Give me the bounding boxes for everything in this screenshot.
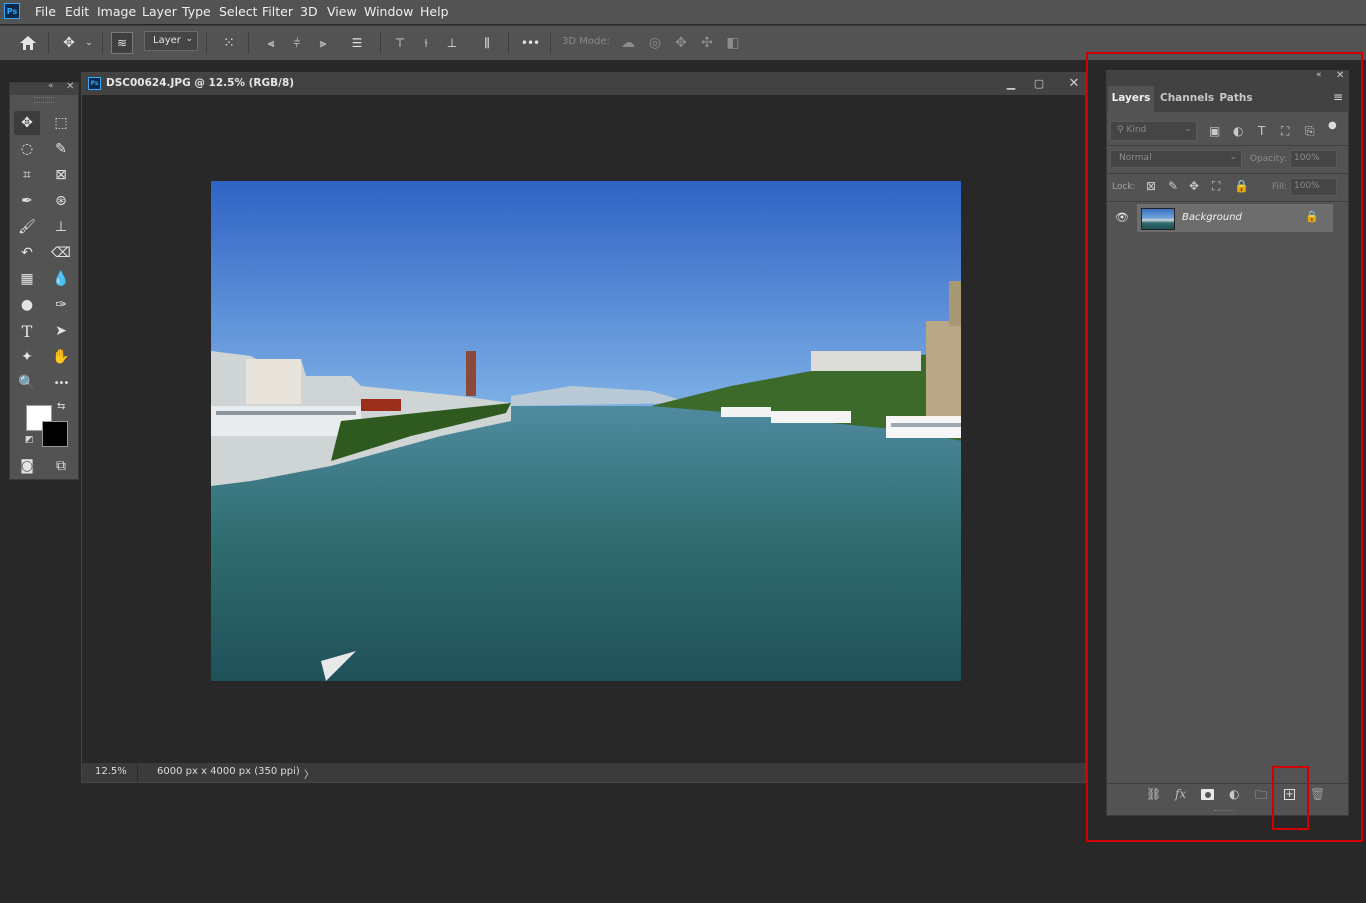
default-colors-icon[interactable]: ◩ [25,435,34,445]
auto-select-target-value: Layer [153,35,181,46]
eyedropper-tool[interactable]: ✒ [14,189,40,213]
gradient-tool[interactable]: ▦ [14,267,40,291]
collapse-icon[interactable]: « [48,81,54,91]
distribute-vertical-icon[interactable]: ☰ [347,26,367,60]
menu-edit[interactable]: Edit [65,4,89,19]
close-icon[interactable]: ✕ [1062,73,1086,93]
more-tools[interactable]: ••• [48,371,74,395]
menu-view[interactable]: View [327,4,357,19]
status-menu-arrow[interactable]: 〉 [304,766,314,781]
spot-healing-tool[interactable]: ⊛ [48,189,74,213]
hand-tool[interactable]: ✋ [48,345,74,369]
menu-window[interactable]: Window [364,4,413,19]
path-selection-tool[interactable]: ➤ [48,319,74,343]
dodge-tool[interactable]: ● [14,293,40,317]
screen-mode-icon[interactable]: ⧉ [48,454,74,478]
menu-image[interactable]: Image [97,4,136,19]
move-tool-icon[interactable]: ✥ [58,26,80,60]
document-tab[interactable]: Ps DSC00624.JPG @ 12.5% (RGB/8) ▁ ▢ ✕ [82,73,1085,95]
status-bar: 12.5% 6000 px x 4000 px (350 ppi) 〉 [82,763,1085,782]
transform-controls-icon[interactable]: ⁙ [218,26,240,60]
background-color-swatch[interactable] [42,421,68,447]
clone-stamp-tool[interactable]: ⊥ [48,215,74,239]
crop-tool[interactable]: ⌗ [14,163,40,187]
align-bottom-icon[interactable]: ⊥ [443,26,461,60]
zoom-level[interactable]: 12.5% [95,766,127,777]
marquee-tool[interactable]: ⬚ [48,111,74,135]
maximize-icon[interactable]: ▢ [1026,73,1052,93]
align-right-icon[interactable]: ⫸ [314,26,332,60]
document-window: Ps DSC00624.JPG @ 12.5% (RGB/8) ▁ ▢ ✕ 12… [81,72,1086,783]
auto-select-target-select[interactable]: Layer ⌄ [144,31,198,51]
lasso-tool[interactable]: ◌ [14,137,40,161]
eraser-tool[interactable]: ⌫ [48,241,74,265]
menu-help[interactable]: Help [420,4,449,19]
menu-file[interactable]: File [35,4,56,19]
toolbox: « ✕ ✥ ⬚ ◌ ✎ ⌗ ⊠ ✒ ⊛ 🖌 ⊥ ↶ ⌫ ▦ 💧 ● ✑ T ➤ ✦ ✋ 🔍 ••• ⇆ ◩ ◙ ⧉ [9,81,79,480]
menu-layer[interactable]: Layer [142,4,177,19]
orbit-3d-icon[interactable]: ☁ [618,26,638,60]
ps-document-icon: Ps [88,77,101,90]
custom-shape-tool[interactable]: ✦ [14,345,40,369]
swap-colors-icon[interactable]: ⇆ [57,401,65,412]
frame-tool[interactable]: ⊠ [48,163,74,187]
3d-mode-label: 3D Mode: [562,36,610,47]
scale-3d-icon[interactable]: ◧ [723,26,743,60]
quick-selection-tool[interactable]: ✎ [48,137,74,161]
align-left-icon[interactable]: ⫷ [262,26,280,60]
menu-bar: Ps File Edit Image Layer Type Select Fil… [0,0,1366,24]
distribute-horizontal-icon[interactable]: ⫼ [478,26,496,60]
roll-3d-icon[interactable]: ◎ [645,26,665,60]
toolbox-grip[interactable] [34,97,54,103]
align-hcenter-icon[interactable]: ⫩ [288,26,306,60]
menu-select[interactable]: Select [219,4,258,19]
layer-stack-icon[interactable]: ≋ [110,26,134,60]
river-photo [211,181,961,681]
slide-3d-icon[interactable]: ✣ [697,26,717,60]
blur-tool[interactable]: 💧 [48,267,74,291]
highlight-new-layer-button [1272,766,1309,830]
quick-mask-icon[interactable]: ◙ [14,454,40,478]
brush-tool[interactable]: 🖌 [14,215,40,239]
document-title: DSC00624.JPG @ 12.5% (RGB/8) [106,77,295,89]
menu-filter[interactable]: Filter [262,4,293,19]
menu-3d[interactable]: 3D [300,4,318,19]
zoom-tool[interactable]: 🔍 [14,371,40,395]
photoshop-logo: Ps [4,3,20,19]
move-tool[interactable]: ✥ [14,111,40,135]
history-brush-tool[interactable]: ↶ [14,241,40,265]
document-info: 6000 px x 4000 px (350 ppi) [157,766,300,777]
align-top-icon[interactable]: ⊤ [391,26,409,60]
pen-tool[interactable]: ✑ [48,293,74,317]
minimize-icon[interactable]: ▁ [998,73,1024,93]
highlight-layers-panel [1086,52,1363,842]
home-icon[interactable] [16,26,40,60]
chevron-down-icon[interactable]: ⌄ [83,26,95,60]
canvas-image[interactable] [211,181,961,681]
menu-type[interactable]: Type [182,4,211,19]
chevron-down-icon: ⌄ [185,34,193,44]
toolbox-header: « ✕ [10,81,78,95]
close-icon[interactable]: ✕ [66,81,74,92]
more-icon[interactable]: ••• [518,26,542,60]
align-vcenter-icon[interactable]: ⫮ [417,26,435,60]
type-tool[interactable]: T [14,319,40,343]
pan-3d-icon[interactable]: ✥ [671,26,691,60]
